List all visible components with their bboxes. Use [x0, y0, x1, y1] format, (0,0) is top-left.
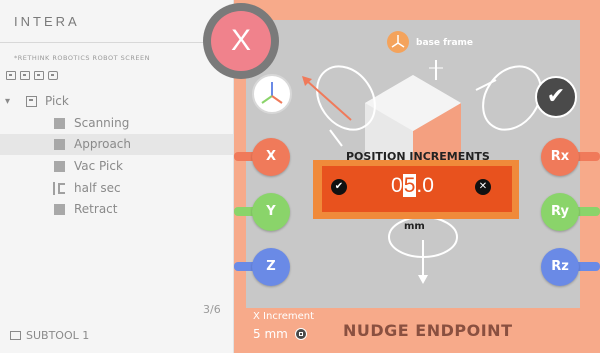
z-down-arrow — [418, 275, 428, 284]
square-icon — [54, 161, 65, 172]
settings-icon[interactable] — [48, 71, 58, 80]
increment-axis-label: X Increment — [253, 311, 315, 322]
tree-node-scanning[interactable]: Scanning — [0, 113, 233, 134]
edit-increment-icon[interactable] — [295, 328, 307, 340]
wait-icon — [53, 182, 66, 195]
tree-node-label: Scanning — [74, 116, 130, 130]
task-icon — [26, 96, 37, 107]
base-frame-label[interactable]: base frame — [416, 38, 473, 48]
tree-node-label: Pick — [45, 94, 69, 108]
app-title: INTERA — [14, 14, 80, 29]
tree-node-label: half sec — [74, 181, 121, 195]
tree-node-label: Approach — [74, 137, 132, 151]
rx-axis-button[interactable]: Rx — [541, 138, 579, 176]
axes-triad-icon — [261, 82, 283, 104]
screen-caption: *RETHINK ROBOTICS ROBOT SCREEN — [14, 54, 150, 62]
accept-icon[interactable]: ✔ — [331, 179, 347, 195]
x-axis-button[interactable]: X — [252, 138, 290, 176]
y-axis-button[interactable]: Y — [252, 193, 290, 231]
subtool-icon — [10, 331, 21, 340]
tree-node-half-sec[interactable]: half sec — [0, 178, 233, 199]
confirm-button[interactable]: ✔ — [535, 76, 577, 118]
ry-axis-button[interactable]: Ry — [541, 193, 579, 231]
tree-node-pick[interactable]: ▾ Pick — [0, 91, 233, 112]
base-frame-triad — [391, 35, 405, 48]
tree-node-label: Retract — [74, 202, 118, 216]
ry-arrow — [475, 79, 497, 91]
square-icon — [54, 204, 65, 215]
unit-label: mm — [404, 221, 425, 232]
square-icon — [54, 118, 65, 129]
close-button[interactable]: X — [203, 3, 279, 79]
task-icon[interactable] — [34, 71, 44, 80]
close-icon[interactable]: X — [211, 11, 271, 71]
task-icon[interactable] — [6, 71, 16, 80]
base-frame-icon[interactable] — [387, 31, 409, 53]
task-icon[interactable] — [20, 71, 30, 80]
value-digit: 0 — [391, 174, 403, 197]
subtool-label: SUBTOOL 1 — [26, 329, 90, 342]
divider — [0, 42, 233, 43]
tree-node-vac-pick[interactable]: Vac Pick — [0, 156, 233, 177]
tree-node-approach[interactable]: Approach — [0, 134, 233, 155]
square-icon — [54, 139, 65, 150]
chevron-down-icon[interactable]: ▾ — [5, 91, 10, 112]
tree-node-retract[interactable]: Retract — [0, 199, 233, 220]
z-axis-button[interactable]: Z — [252, 248, 290, 286]
tree-node-label: Vac Pick — [74, 159, 123, 173]
checkmark-icon: ✔ — [546, 84, 566, 109]
rz-axis-button[interactable]: Rz — [541, 248, 579, 286]
panel-title: NUDGE ENDPOINT — [343, 321, 513, 340]
value-cursor-digit: 5 — [402, 174, 417, 197]
rx-arrow — [329, 129, 343, 147]
increment-value-label[interactable]: 5 mm — [253, 327, 288, 341]
x-axis-line — [305, 79, 352, 121]
page-count: 3/6 — [203, 303, 221, 316]
robot-frame-icon[interactable] — [252, 74, 292, 114]
increment-value-text[interactable]: 05.0 — [391, 174, 434, 198]
cancel-icon[interactable]: ✕ — [475, 179, 491, 195]
task-tree-panel: INTERA *RETHINK ROBOTICS ROBOT SCREEN ▾ … — [0, 0, 234, 353]
value-decimal: .0 — [416, 174, 434, 197]
